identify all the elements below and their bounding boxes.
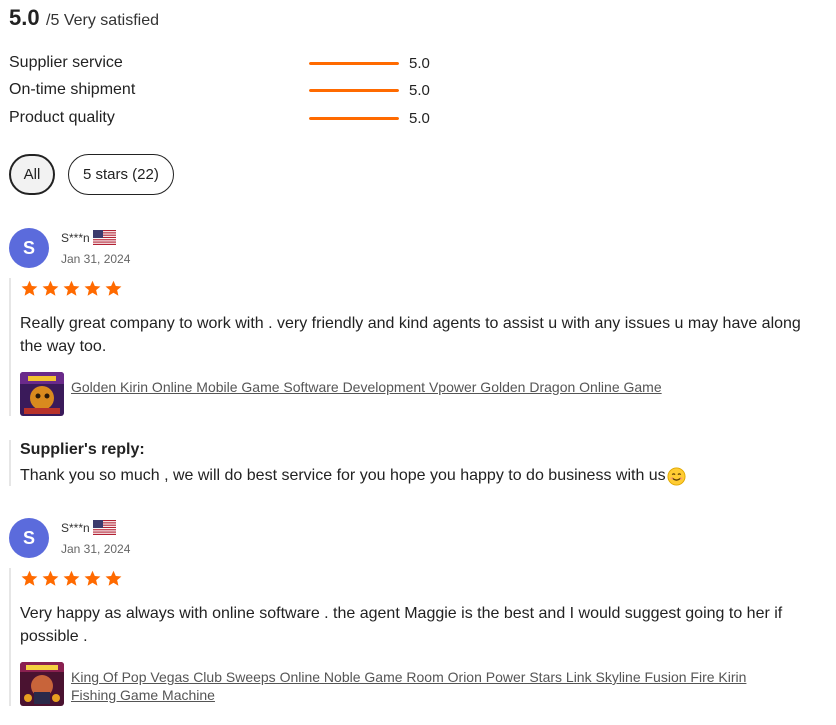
- filter-all-button[interactable]: All: [9, 154, 55, 195]
- metric-bar: [309, 117, 399, 120]
- review-body: Very happy as always with online softwar…: [9, 568, 829, 706]
- metric-row-product-quality: Product quality 5.0: [9, 108, 449, 130]
- us-flag-icon: [93, 230, 116, 245]
- rating-summary: 5.0 /5 Very satisfied: [9, 5, 159, 31]
- product-thumbnail[interactable]: [20, 372, 64, 416]
- metric-label: Product quality: [9, 109, 115, 126]
- review-body: Really great company to work with . very…: [9, 278, 829, 416]
- supplier-reply: Supplier's reply: Thank you so much , we…: [9, 440, 829, 486]
- metric-label: On-time shipment: [9, 81, 136, 98]
- metric-value: 5.0: [409, 55, 430, 72]
- avatar: S: [9, 228, 49, 268]
- star-rating: [20, 568, 829, 588]
- avatar: S: [9, 518, 49, 558]
- star-icon: [20, 279, 39, 298]
- star-icon: [104, 279, 123, 298]
- product-reference: Golden Kirin Online Mobile Game Software…: [20, 372, 829, 416]
- star-icon: [20, 569, 39, 588]
- review-comment: Very happy as always with online softwar…: [20, 605, 783, 645]
- reviewer-info: S***n: [61, 520, 116, 535]
- product-link[interactable]: Golden Kirin Online Mobile Game Software…: [71, 378, 791, 396]
- reviewer-name: S***n: [61, 520, 90, 535]
- product-reference: King Of Pop Vegas Club Sweeps Online Nob…: [20, 662, 829, 706]
- metric-row-supplier-service: Supplier service 5.0: [9, 53, 449, 75]
- smile-emoji-icon: [667, 466, 686, 486]
- product-link[interactable]: King Of Pop Vegas Club Sweeps Online Nob…: [71, 668, 791, 704]
- metric-row-on-time-shipment: On-time shipment 5.0: [9, 80, 449, 102]
- metric-bar-fill: [309, 117, 399, 120]
- metric-bar-fill: [309, 62, 399, 65]
- star-icon: [83, 569, 102, 588]
- star-icon: [41, 279, 60, 298]
- product-thumbnail[interactable]: [20, 662, 64, 706]
- metric-value: 5.0: [409, 82, 430, 99]
- reply-text-row: Thank you so much , we will do best serv…: [20, 466, 829, 486]
- reply-text: Thank you so much , we will do best serv…: [20, 467, 666, 484]
- reviewer-info: S***n: [61, 230, 116, 245]
- metric-value: 5.0: [409, 110, 430, 127]
- metric-bar-fill: [309, 89, 399, 92]
- review-date: Jan 31, 2024: [61, 542, 131, 556]
- overall-score: 5.0: [9, 5, 40, 30]
- reply-title: Supplier's reply:: [20, 441, 145, 458]
- star-icon: [41, 569, 60, 588]
- overall-score-label: /5 Very satisfied: [46, 12, 159, 29]
- star-icon: [104, 569, 123, 588]
- review-comment: Really great company to work with . very…: [20, 315, 801, 355]
- star-icon: [83, 279, 102, 298]
- review-date: Jan 31, 2024: [61, 252, 131, 266]
- filter-5-stars-button[interactable]: 5 stars (22): [68, 154, 174, 195]
- metric-label: Supplier service: [9, 54, 123, 71]
- metric-bar: [309, 62, 399, 65]
- us-flag-icon: [93, 520, 116, 535]
- star-icon: [62, 569, 81, 588]
- metric-bar: [309, 89, 399, 92]
- star-icon: [62, 279, 81, 298]
- star-rating: [20, 278, 829, 298]
- review-filters: All 5 stars (22): [9, 154, 174, 195]
- reviewer-name: S***n: [61, 230, 90, 245]
